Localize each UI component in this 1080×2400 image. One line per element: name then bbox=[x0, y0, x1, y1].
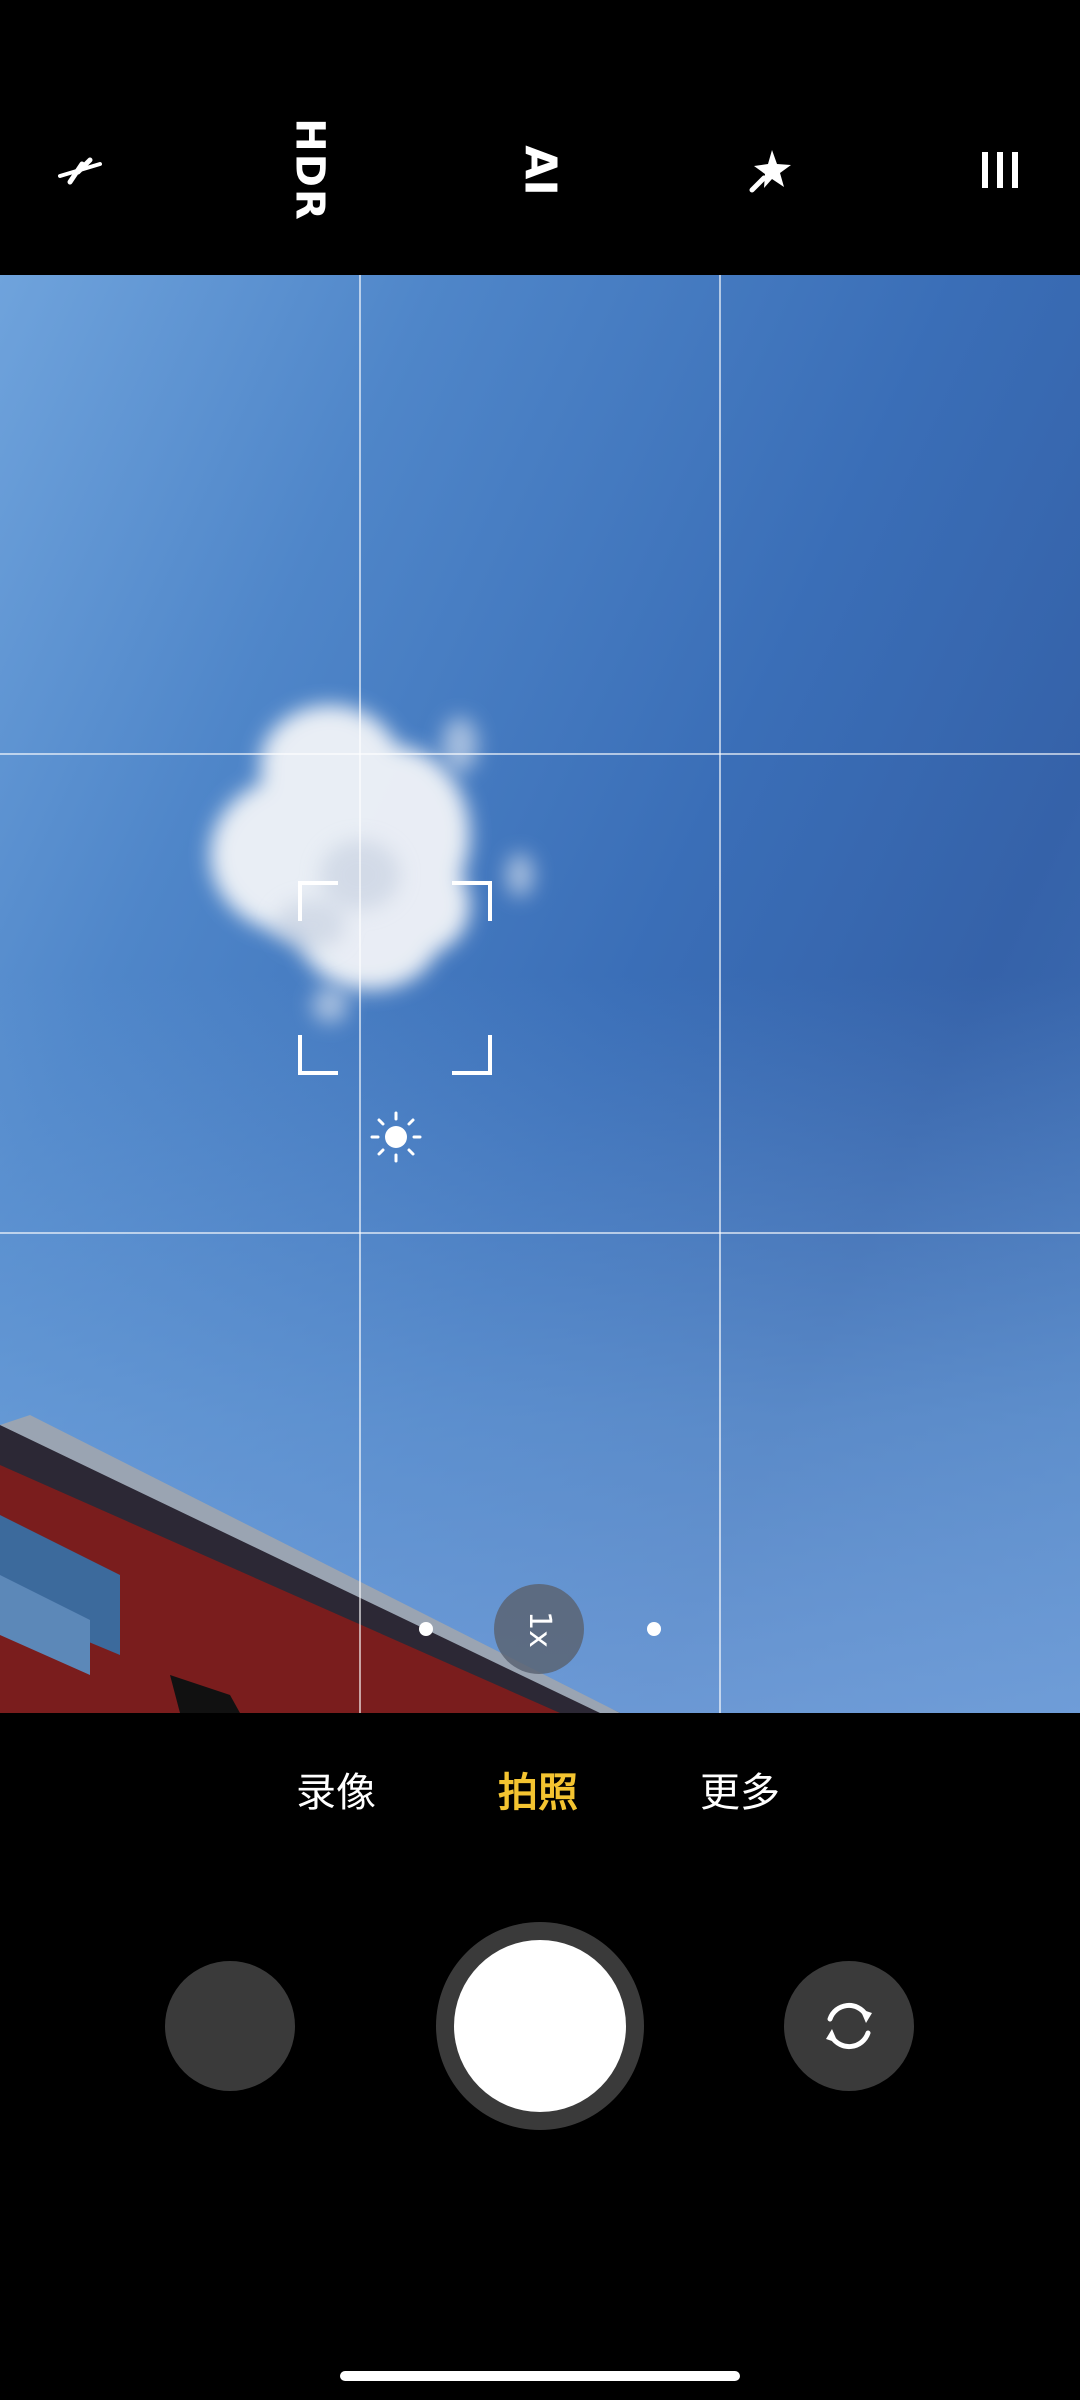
magic-star-icon bbox=[749, 150, 791, 193]
focus-frame bbox=[298, 881, 492, 1075]
zoom-button[interactable]: 1x bbox=[494, 1584, 584, 1674]
mode-selector: 录像 拍照 更多 bbox=[0, 1760, 1080, 1830]
ai-toggle-button[interactable]: AI bbox=[490, 120, 590, 220]
zoom-option-dot[interactable] bbox=[419, 1622, 433, 1636]
zoom-option-dot[interactable] bbox=[647, 1622, 661, 1636]
exposure-sun-icon[interactable] bbox=[370, 1111, 422, 1163]
grid-line bbox=[0, 753, 1080, 755]
flash-off-icon bbox=[58, 157, 102, 185]
grid-line bbox=[0, 1232, 1080, 1234]
beauty-filter-button[interactable] bbox=[720, 120, 820, 220]
switch-camera-icon bbox=[826, 2002, 872, 2050]
mode-more[interactable]: 更多 bbox=[700, 1760, 780, 1818]
shutter-button[interactable] bbox=[436, 1922, 644, 2130]
grid-line bbox=[719, 275, 721, 1713]
top-toolbar: HDR AI bbox=[0, 0, 1080, 275]
hdr-toggle-button[interactable]: HDR bbox=[260, 118, 360, 222]
hdr-label: HDR bbox=[287, 118, 334, 222]
mode-photo[interactable]: 拍照 bbox=[498, 1760, 578, 1818]
mode-video[interactable]: 录像 bbox=[296, 1760, 376, 1818]
camera-screen: HDR AI 1x 录像 拍照 更多 bbox=[0, 0, 1080, 2400]
menu-lines-icon bbox=[982, 152, 1018, 188]
flash-toggle-button[interactable] bbox=[30, 120, 130, 220]
zoom-label: 1x bbox=[521, 1610, 557, 1648]
viewfinder[interactable]: 1x bbox=[0, 275, 1080, 1713]
switch-camera-button[interactable] bbox=[784, 1961, 914, 2091]
ai-label: AI bbox=[514, 144, 566, 196]
settings-menu-button[interactable] bbox=[950, 120, 1050, 220]
building-roof-image bbox=[0, 1415, 620, 1713]
gallery-thumbnail-button[interactable] bbox=[165, 1961, 295, 2091]
shutter-inner-circle bbox=[454, 1940, 626, 2112]
home-indicator[interactable] bbox=[340, 2371, 740, 2381]
